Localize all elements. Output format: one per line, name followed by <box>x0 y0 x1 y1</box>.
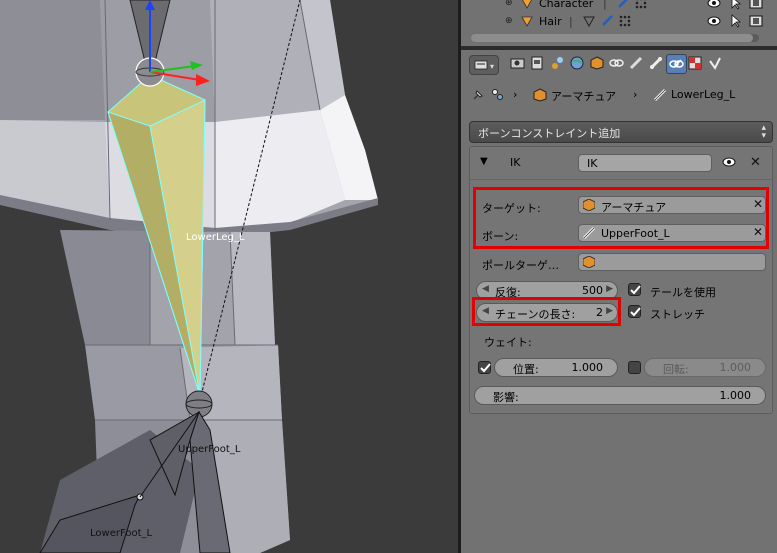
render-icon[interactable] <box>749 0 763 10</box>
3d-viewport[interactable]: LowerLeg_L UpperFoot_L LowerFoot_L <box>0 0 458 553</box>
separator: | <box>603 0 607 10</box>
outliner-scrollbar[interactable] <box>471 34 759 42</box>
bone-label-upperfoot: UpperFoot_L <box>178 444 241 455</box>
position-label: 位置: <box>513 363 539 376</box>
constraint-header: ▼ IK IK ✕ <box>470 147 772 180</box>
scrollbar-thumb[interactable] <box>471 34 753 42</box>
influence-label: 影響: <box>493 391 519 404</box>
tab-object[interactable] <box>588 54 607 72</box>
increment-arrow-icon[interactable]: ▶ <box>606 284 613 294</box>
properties-editor: ⊕ Character | ⊕ Hair | ▾ › アーマチュア › Lowe… <box>461 0 777 553</box>
armature-object-icon <box>521 0 533 9</box>
pole-target-field[interactable] <box>578 253 766 271</box>
separator: | <box>569 15 573 28</box>
position-weight-field[interactable]: 位置: 1.000 <box>494 358 618 377</box>
breadcrumb-armature: アーマチュア <box>551 90 617 103</box>
eye-icon[interactable] <box>722 155 736 172</box>
expand-icon[interactable]: ⊕ <box>505 16 515 26</box>
vertex-group-icon <box>619 15 631 27</box>
eye-icon[interactable] <box>707 14 721 28</box>
viewport-scene <box>0 0 458 553</box>
tab-bone-constraints[interactable] <box>666 54 687 74</box>
position-value: 1.000 <box>571 361 604 374</box>
eye-icon[interactable] <box>707 0 721 10</box>
outliner-item-name[interactable]: Character <box>539 0 593 10</box>
bone-label-lowerleg: LowerLeg_L <box>186 232 245 243</box>
constraint-name-value: IK <box>587 157 598 170</box>
outliner-item-name[interactable]: Hair <box>539 15 562 28</box>
mesh-data-icon <box>583 15 595 28</box>
tab-modifiers[interactable] <box>627 54 646 72</box>
tab-world[interactable] <box>568 54 587 72</box>
pole-target-label: ポールターゲ… <box>482 259 559 272</box>
rotation-weight-checkbox[interactable] <box>628 361 641 374</box>
outliner-row[interactable]: ⊕ Character | <box>461 0 777 13</box>
add-constraint-label: ボーンコンストレイント追加 <box>478 127 621 140</box>
svg-text:▾: ▾ <box>490 62 494 71</box>
vertex-group-icon <box>635 0 647 9</box>
outliner: ⊕ Character | ⊕ Hair | <box>461 0 777 50</box>
render-icon[interactable] <box>749 14 763 28</box>
constraint-name-field[interactable]: IK <box>578 154 712 172</box>
tab-render-layers[interactable] <box>528 54 547 72</box>
rotation-value: 1.000 <box>719 361 752 374</box>
add-bone-constraint-menu[interactable]: ボーンコンストレイント追加 ▴ ▾ <box>469 121 773 143</box>
pin-icon[interactable] <box>471 88 485 105</box>
cursor-select-icon[interactable] <box>729 14 743 28</box>
position-weight-checkbox[interactable] <box>478 361 491 374</box>
decrement-arrow-icon[interactable]: ◀ <box>482 284 489 294</box>
tab-data[interactable] <box>706 54 725 72</box>
influence-value: 1.000 <box>719 389 752 402</box>
bone-icon <box>653 88 667 105</box>
remove-constraint-button[interactable]: ✕ <box>750 156 761 169</box>
use-tail-label: テールを使用 <box>650 286 716 299</box>
rotation-weight-field[interactable]: 回転: 1.000 <box>644 358 766 377</box>
armature-object-icon <box>491 88 505 105</box>
breadcrumb-bone: LowerLeg_L <box>671 88 736 101</box>
weight-label: ウェイト: <box>484 336 532 349</box>
breadcrumb-arrow: › <box>513 88 518 101</box>
tab-render[interactable] <box>508 54 527 72</box>
influence-field[interactable]: 影響: 1.000 <box>474 386 766 405</box>
wrench-icon <box>601 15 613 27</box>
stretch-checkbox[interactable] <box>628 305 641 318</box>
tab-constraints[interactable] <box>607 54 626 72</box>
tab-bone[interactable] <box>647 54 666 72</box>
rotation-label: 回転: <box>663 363 689 376</box>
editor-type-menu[interactable]: ▾ <box>469 55 499 75</box>
breadcrumb-arrow: › <box>633 88 638 101</box>
stretch-label: ストレッチ <box>650 308 705 321</box>
breadcrumb: › アーマチュア › LowerLeg_L <box>461 84 777 106</box>
iterations-value: 500 <box>582 284 603 297</box>
use-tail-checkbox[interactable] <box>628 283 641 296</box>
highlight-target-bone <box>473 187 769 249</box>
tab-texture[interactable] <box>686 54 705 72</box>
properties-tab-bar: ▾ <box>461 50 777 80</box>
updown-arrows-icon: ▴ ▾ <box>761 123 766 141</box>
outliner-row[interactable]: ⊕ Hair | <box>461 13 777 31</box>
mesh-object-icon <box>521 15 533 27</box>
tab-scene[interactable] <box>548 54 567 72</box>
expand-icon[interactable]: ⊕ <box>505 0 515 8</box>
wrench-icon <box>617 0 629 9</box>
bone-label-lowerfoot: LowerFoot_L <box>90 528 153 539</box>
collapse-triangle-icon[interactable]: ▼ <box>480 156 488 167</box>
highlight-chain-length <box>472 297 621 326</box>
armature-data-icon <box>533 88 547 105</box>
cursor-select-icon[interactable] <box>729 0 743 10</box>
constraint-type-label: IK <box>510 156 521 169</box>
cube-icon <box>582 255 596 271</box>
